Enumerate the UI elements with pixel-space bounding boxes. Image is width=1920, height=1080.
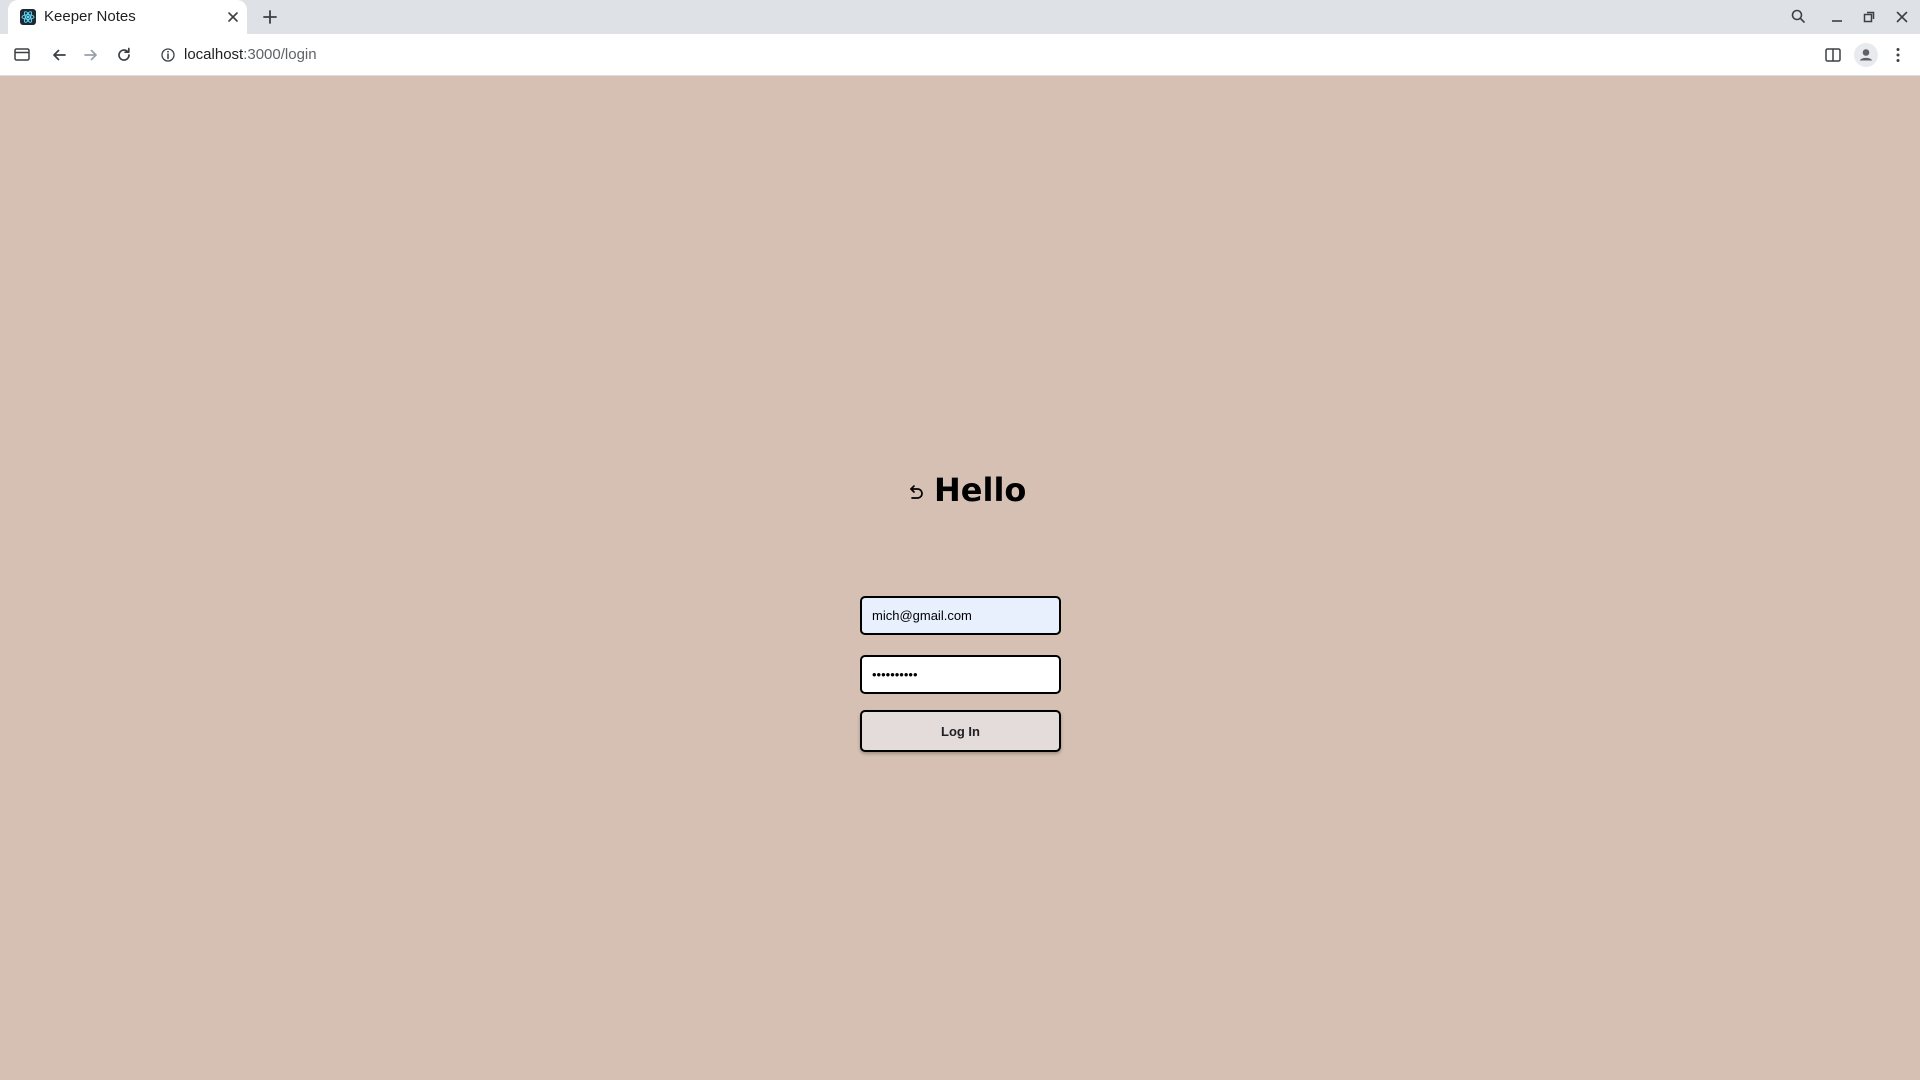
tab-keeper-notes[interactable]: Keeper Notes xyxy=(8,0,247,34)
kebab-menu-icon[interactable] xyxy=(1887,44,1909,66)
close-window-icon[interactable] xyxy=(1891,6,1913,28)
undo-arrow-icon[interactable] xyxy=(904,481,926,503)
url-text[interactable]: localhost:3000/login xyxy=(184,46,317,63)
tab-title: Keeper Notes xyxy=(44,8,136,25)
page-title: Hello xyxy=(934,471,1027,509)
split-view-icon[interactable] xyxy=(1822,44,1844,66)
browser-window: Keeper Notes localhost:3000/login Hello … xyxy=(0,0,1920,1080)
new-tab-plus-icon[interactable] xyxy=(260,7,280,27)
page-content: Hello Log In xyxy=(0,76,1920,1080)
close-tab-icon[interactable] xyxy=(225,9,241,25)
tab-strip: Keeper Notes xyxy=(0,0,1920,34)
url-host: localhost xyxy=(184,46,244,63)
info-icon[interactable] xyxy=(160,47,176,63)
back-arrow-icon[interactable] xyxy=(48,44,70,66)
search-icon[interactable] xyxy=(1787,6,1809,28)
password-field[interactable] xyxy=(860,655,1061,694)
react-logo-icon xyxy=(20,9,36,25)
email-field[interactable] xyxy=(860,596,1061,635)
forward-arrow-icon[interactable] xyxy=(80,44,102,66)
address-bar[interactable]: localhost:3000/login xyxy=(152,39,1802,71)
profile-icon[interactable] xyxy=(1854,43,1878,67)
login-button[interactable]: Log In xyxy=(860,710,1061,752)
restore-icon[interactable] xyxy=(1858,6,1880,28)
url-path: :3000/login xyxy=(243,46,317,63)
reload-icon[interactable] xyxy=(113,44,135,66)
browser-toolbar: localhost:3000/login xyxy=(0,34,1920,76)
tab-search-sidebar-icon[interactable] xyxy=(11,44,33,66)
minimize-icon[interactable] xyxy=(1826,6,1848,28)
heading-row: Hello xyxy=(860,470,1061,510)
